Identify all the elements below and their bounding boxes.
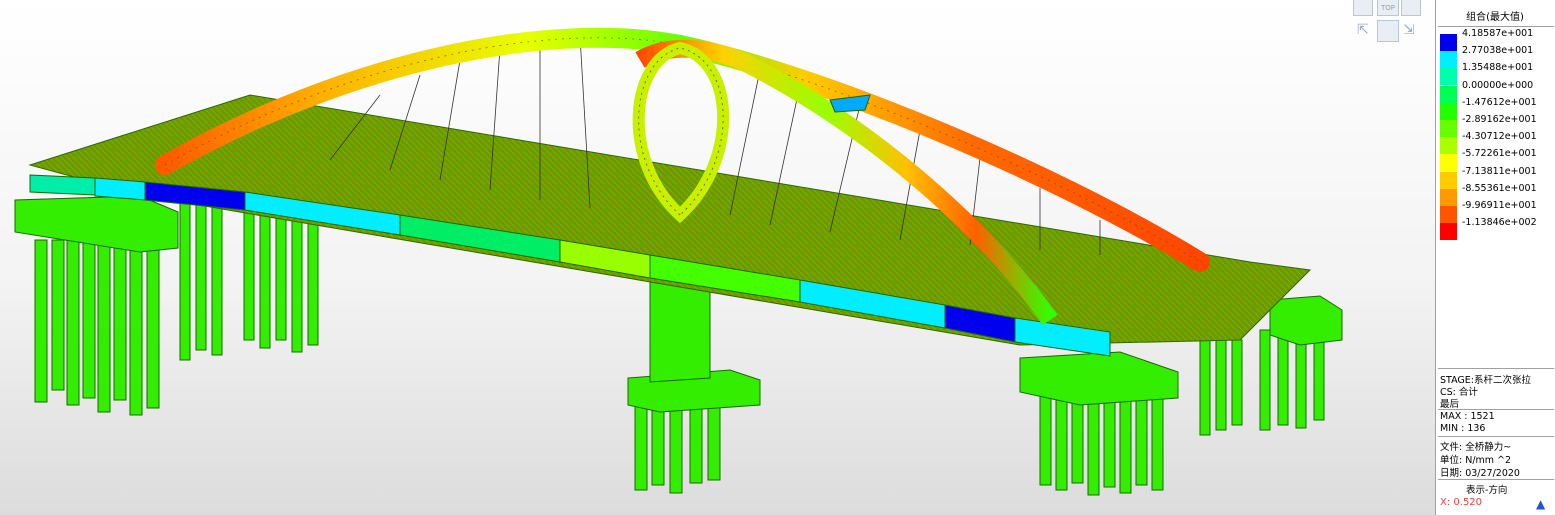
legend-color-swatch: [1440, 206, 1457, 223]
view-cube-top-face[interactable]: TOP: [1377, 0, 1399, 16]
middle-pier: [627, 279, 761, 494]
legend-value: -1.13846e+002: [1462, 217, 1537, 229]
legend-value: -2.89162e+001: [1462, 114, 1537, 125]
axis-direction-icon: ▲: [1536, 497, 1546, 511]
right-pier-cap: [1019, 351, 1179, 406]
legend-color-swatch: [1440, 154, 1457, 172]
bridge-model: [14, 27, 1343, 496]
legend-value: -4.30712e+001: [1462, 131, 1537, 143]
coordinate-readout: X: 0.520: [1440, 497, 1483, 508]
legend-title: 组合(最大值): [1466, 12, 1524, 23]
min-label: MIN : 136: [1440, 423, 1486, 434]
legend-value: 1.35488e+001: [1462, 62, 1534, 74]
legend-color-swatch: [1440, 120, 1457, 137]
step-label: 最后: [1440, 399, 1460, 410]
legend-color-swatch: [1440, 137, 1457, 155]
legend-color-swatch: [1440, 171, 1457, 189]
legend-value: 2.77038e+001: [1462, 45, 1534, 57]
legend-divider: [1438, 436, 1554, 437]
legend-value: -8.55361e+001: [1462, 182, 1537, 194]
direction-label: 表示-方向: [1466, 485, 1508, 496]
legend-color-swatch: [1440, 85, 1457, 103]
unit-label: 单位: N/mm ^2: [1440, 455, 1512, 466]
legend-color-swatch: [1440, 223, 1457, 241]
legend-color-swatch: [1440, 68, 1457, 86]
max-label: MAX : 1521: [1440, 411, 1495, 422]
view-cube-front-face[interactable]: [1377, 20, 1399, 42]
legend-color-swatch: [1440, 34, 1457, 51]
legend-value: -7.13811e+001: [1462, 165, 1537, 177]
file-label: 文件: 全桥静力~: [1440, 442, 1512, 453]
legend-panel: 组合(最大值) 4.18587e+001 2.77038e+001 1.35488e…: [1435, 0, 1555, 515]
date-label: 日期: 03/27/2020: [1440, 468, 1520, 479]
legend-color-swatch: [1440, 188, 1457, 206]
legend-value: -9.96911e+001: [1462, 200, 1537, 211]
view-cube[interactable]: TOP ⇱ ⇲: [1353, 0, 1423, 44]
legend-divider: [1438, 26, 1554, 27]
legend-value: -5.72261e+001: [1462, 148, 1537, 160]
legend-value: 0.00000e+000: [1462, 79, 1534, 91]
legend-divider: [1438, 368, 1554, 369]
model-viewport[interactable]: TOP ⇱ ⇲: [0, 0, 1435, 515]
legend-divider: [1438, 479, 1554, 480]
legend-divider: [1438, 409, 1554, 410]
legend-color-swatch: [1440, 102, 1457, 120]
legend-color-swatch: [1440, 51, 1457, 69]
legend-value: -1.47612e+001: [1462, 96, 1537, 108]
view-cube-right-face[interactable]: [1401, 0, 1421, 16]
view-cube-left-face[interactable]: [1353, 0, 1373, 16]
rotate-right-icon[interactable]: ⇲: [1403, 22, 1415, 38]
rotate-left-icon[interactable]: ⇱: [1357, 22, 1369, 38]
legend-value: 4.18587e+001: [1462, 28, 1534, 39]
